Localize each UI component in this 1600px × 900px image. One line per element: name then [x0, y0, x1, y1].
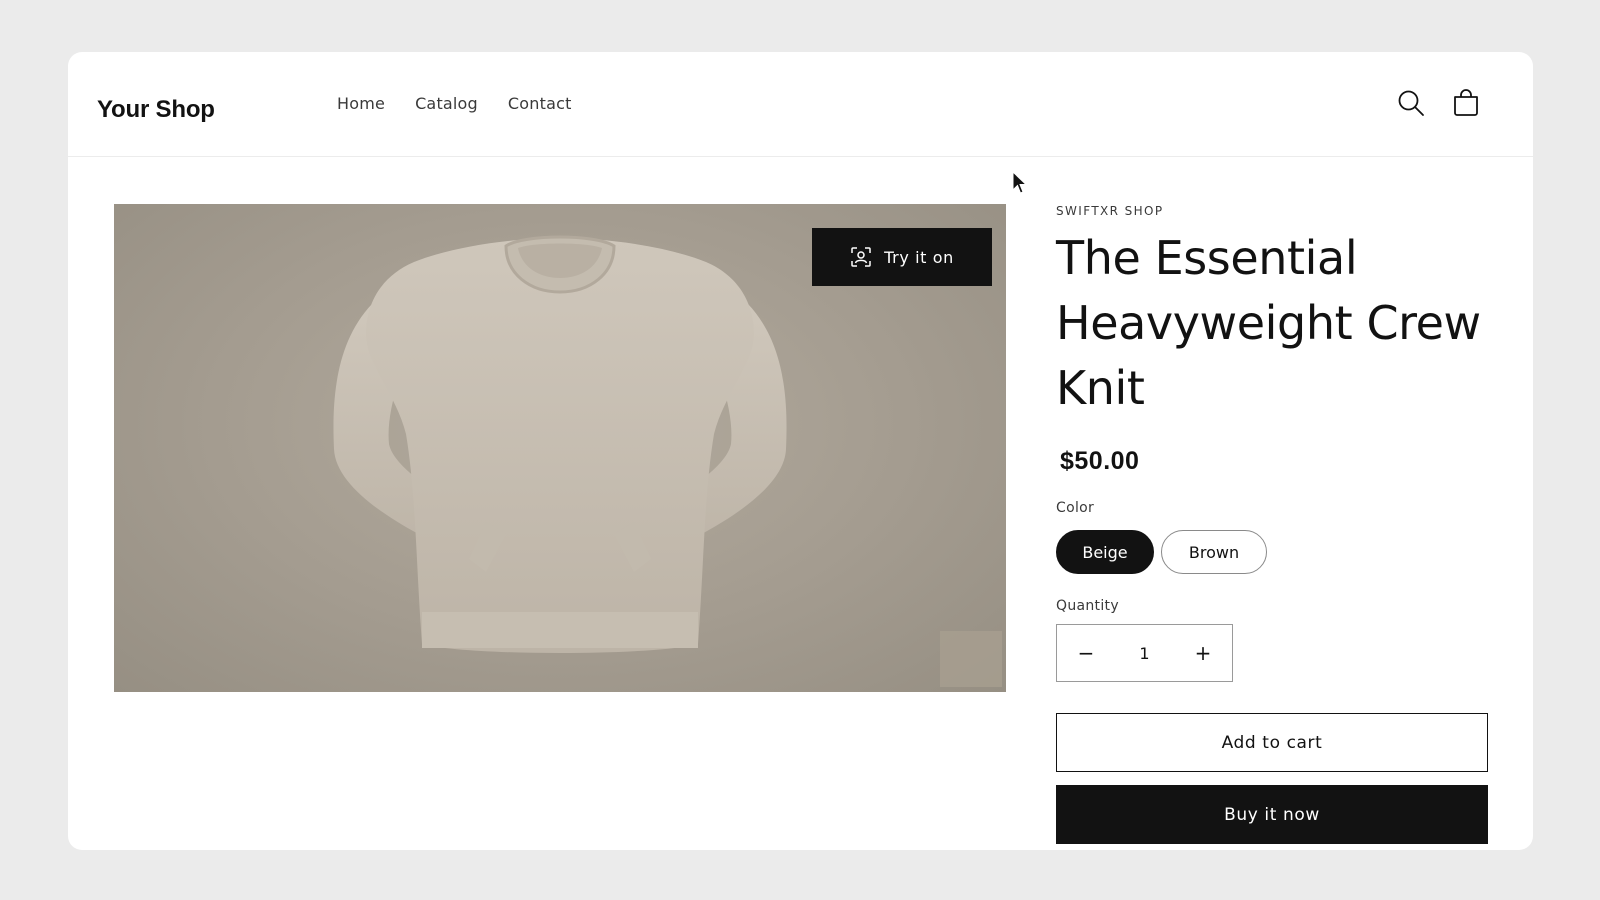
- product-info: SWIFTXR SHOP The Essential Heavyweight C…: [1056, 204, 1488, 844]
- try-it-on-label: Try it on: [884, 247, 954, 267]
- product-price: $50.00: [1060, 447, 1140, 475]
- media-overlay-swatch: [940, 631, 1002, 687]
- mouse-cursor-icon: [1012, 171, 1028, 194]
- color-option-beige[interactable]: Beige: [1056, 530, 1154, 574]
- product-vendor: SWIFTXR SHOP: [1056, 204, 1164, 218]
- add-to-cart-button[interactable]: Add to cart: [1056, 713, 1488, 772]
- product-media[interactable]: Try it on: [114, 204, 1006, 692]
- site-header: Your Shop Home Catalog Contact: [68, 52, 1533, 157]
- color-options: Beige Brown: [1056, 530, 1488, 574]
- store-page: Your Shop Home Catalog Contact Try it on…: [68, 52, 1533, 850]
- quantity-stepper: − 1 +: [1056, 624, 1233, 682]
- buy-it-now-button[interactable]: Buy it now: [1056, 785, 1488, 844]
- try-it-on-button[interactable]: Try it on: [812, 228, 992, 286]
- shop-logo[interactable]: Your Shop: [97, 96, 215, 124]
- nav-catalog[interactable]: Catalog: [415, 94, 478, 113]
- product-title: The Essential Heavyweight Crew Knit: [1056, 231, 1481, 415]
- quantity-label: Quantity: [1056, 598, 1119, 614]
- face-scan-icon: [850, 246, 872, 268]
- nav-contact[interactable]: Contact: [508, 94, 572, 113]
- cart-icon[interactable]: [1451, 88, 1481, 118]
- color-label: Color: [1056, 500, 1095, 516]
- color-option-brown[interactable]: Brown: [1161, 530, 1267, 574]
- search-icon[interactable]: [1396, 88, 1426, 118]
- quantity-increase-button[interactable]: +: [1174, 625, 1232, 681]
- quantity-input[interactable]: 1: [1115, 644, 1174, 663]
- nav-home[interactable]: Home: [337, 94, 385, 113]
- quantity-decrease-button[interactable]: −: [1057, 625, 1115, 681]
- main-nav: Home Catalog Contact: [337, 94, 602, 113]
